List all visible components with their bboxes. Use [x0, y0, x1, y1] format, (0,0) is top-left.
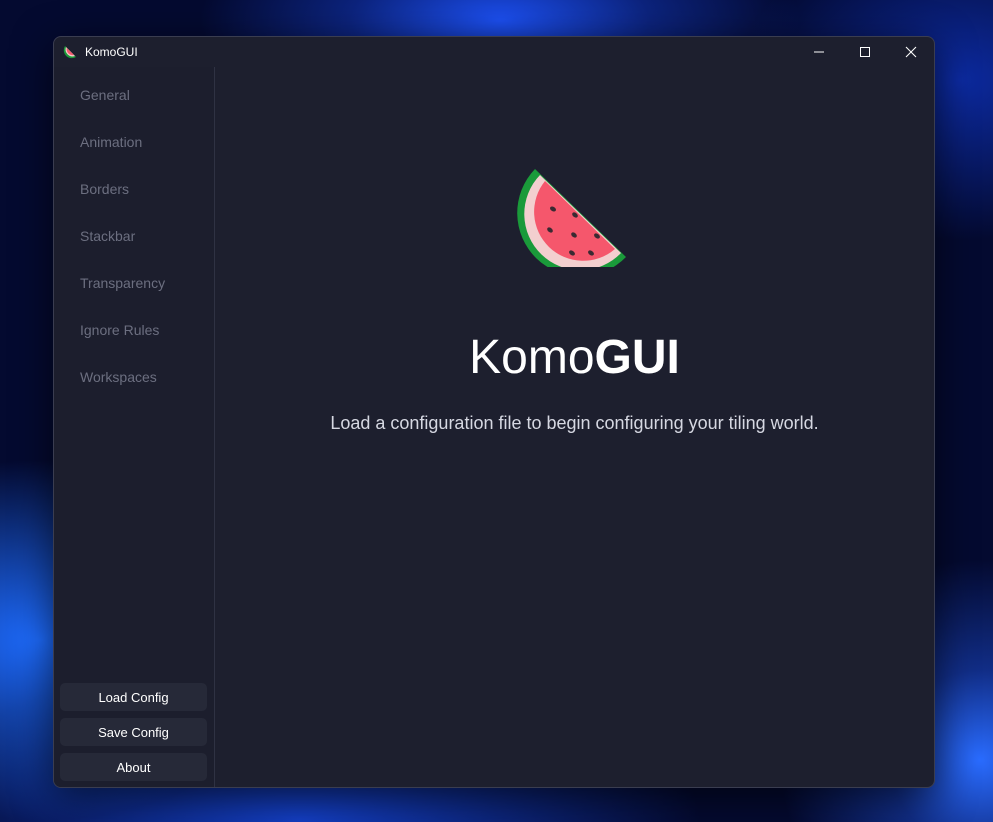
- maximize-icon: [860, 47, 870, 57]
- about-button[interactable]: About: [60, 753, 207, 781]
- title-regular: Komo: [469, 331, 595, 384]
- maximize-button[interactable]: [842, 37, 888, 67]
- sidebar-item-general[interactable]: General: [80, 87, 130, 103]
- page-title: KomoGUI: [215, 330, 934, 386]
- save-config-button[interactable]: Save Config: [60, 718, 207, 746]
- window-title: KomoGUI: [85, 45, 138, 59]
- sidebar-item-animation[interactable]: Animation: [80, 134, 142, 150]
- load-config-button[interactable]: Load Config: [60, 683, 207, 711]
- main-content: KomoGUI Load a configuration file to beg…: [215, 67, 934, 787]
- watermelon-icon: [515, 147, 635, 277]
- window-controls: [796, 37, 934, 67]
- minimize-button[interactable]: [796, 37, 842, 67]
- sidebar: General Animation Borders Stackbar Trans…: [54, 67, 215, 787]
- subtitle: Load a configuration file to begin confi…: [330, 413, 819, 433]
- sidebar-item-workspaces[interactable]: Workspaces: [80, 369, 157, 385]
- title-bold: GUI: [594, 331, 680, 384]
- sidebar-item-ignore-rules[interactable]: Ignore Rules: [80, 322, 159, 338]
- sidebar-item-transparency[interactable]: Transparency: [80, 275, 165, 291]
- sidebar-item-stackbar[interactable]: Stackbar: [80, 228, 135, 244]
- close-button[interactable]: [888, 37, 934, 67]
- watermelon-icon: [62, 44, 78, 60]
- app-window: KomoGUI General Animation Borders Stackb…: [53, 36, 935, 788]
- close-icon: [905, 46, 917, 58]
- sidebar-item-borders[interactable]: Borders: [80, 181, 129, 197]
- title-bar[interactable]: KomoGUI: [54, 37, 934, 67]
- minimize-icon: [814, 51, 824, 53]
